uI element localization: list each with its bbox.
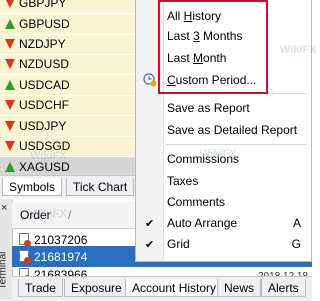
check-icon: ✔ xyxy=(145,218,155,230)
menu-item-taxes[interactable]: Taxes xyxy=(167,174,198,188)
symbol-name: GBPUSD xyxy=(19,17,70,31)
menu-item-comments[interactable]: Comments xyxy=(167,195,225,209)
watermark: WikiFX xyxy=(280,44,317,56)
symbol-name: USDCHF xyxy=(19,98,69,112)
tab-account-history[interactable]: Account History xyxy=(125,279,224,297)
shortcut-grid: G xyxy=(291,237,301,251)
tab-alerts[interactable]: Alerts xyxy=(261,279,306,297)
symbol-name: NZDJPY xyxy=(19,37,66,51)
arrow-down-icon xyxy=(5,59,15,69)
terminal-label: Terminal xyxy=(0,251,9,290)
symbol-name: NZDUSD xyxy=(19,57,69,71)
symbol-name: USDJPY xyxy=(19,119,67,133)
terminal-tabs: Trade Exposure Account History News Aler… xyxy=(12,276,312,301)
arrow-down-icon xyxy=(5,121,15,131)
tab-trade[interactable]: Trade xyxy=(18,279,63,297)
arrow-down-icon xyxy=(5,0,15,8)
order-id: 21037206 xyxy=(34,233,88,247)
tab-exposure[interactable]: Exposure xyxy=(64,279,129,297)
check-icon: ✔ xyxy=(145,239,155,251)
menu-item-auto-arrange[interactable]: Auto Arrange xyxy=(167,216,237,230)
watermark: WikiFX xyxy=(30,208,67,220)
order-id: 21681974 xyxy=(34,250,88,264)
menu-item-save-report[interactable]: Save as Report xyxy=(167,101,250,115)
symbol-name: GBPJPY xyxy=(19,0,67,10)
watermark: WikiFX xyxy=(200,148,237,160)
menu-item-save-detailed-report[interactable]: Save as Detailed Report xyxy=(167,123,297,137)
arrow-down-icon xyxy=(5,39,15,49)
arrow-up-icon xyxy=(5,80,15,90)
tab-symbols[interactable]: Symbols xyxy=(2,178,63,196)
order-icon xyxy=(19,233,31,247)
order-icon xyxy=(19,250,31,264)
shortcut-auto-arrange: A xyxy=(292,216,301,230)
tab-tick-chart[interactable]: Tick Chart xyxy=(66,178,135,196)
close-icon[interactable]: × xyxy=(1,202,7,214)
highlight-box xyxy=(158,0,268,94)
menu-item-grid[interactable]: Grid xyxy=(167,237,190,251)
arrow-up-icon xyxy=(5,162,15,172)
arrow-up-icon xyxy=(5,19,15,29)
watermark: WikiFX xyxy=(30,150,67,162)
symbol-name: XAGUSD xyxy=(19,160,70,174)
arrow-down-icon xyxy=(5,100,15,110)
tab-news[interactable]: News xyxy=(217,279,262,297)
arrow-down-icon xyxy=(5,141,15,151)
sort-indicator: / xyxy=(68,208,72,222)
menu-separator xyxy=(166,144,307,145)
symbol-name: USDCAD xyxy=(19,78,70,92)
clock-icon xyxy=(143,73,157,87)
